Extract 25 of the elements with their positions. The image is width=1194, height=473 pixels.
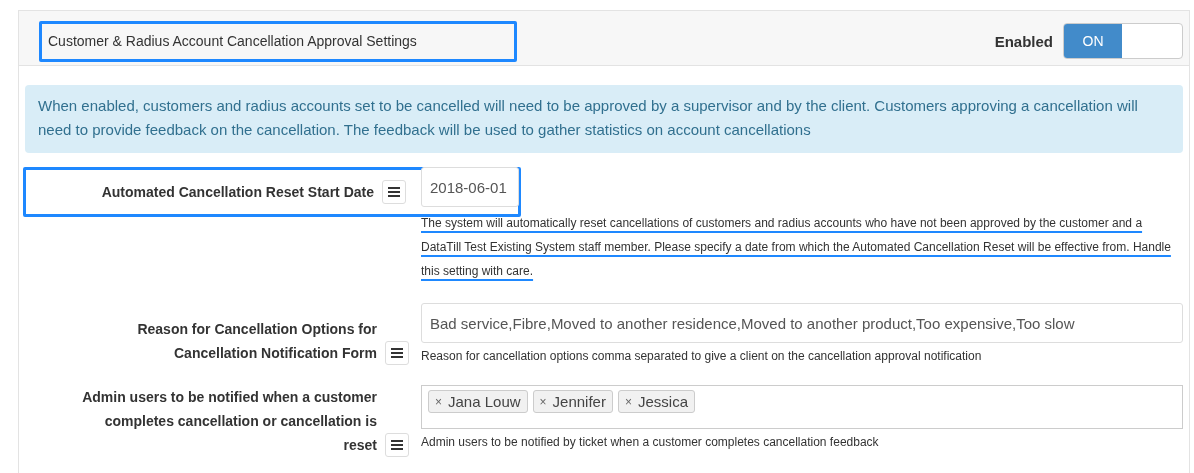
help-text: The system will automatically reset cancellations of customers and radius accounts who have not been approved by the customer and a DataTill Test Existing System staff member. Please specify a date from which the Automated Cancellation Reset will be effective from. Handle this setting with care. xyxy=(421,215,1172,280)
field-label: Reason for Cancellation Options for Cancellation Notification Form xyxy=(136,320,377,363)
enabled-toggle[interactable]: ON xyxy=(1063,23,1183,59)
menu-button[interactable] xyxy=(385,433,409,457)
menu-icon xyxy=(388,187,400,197)
options-field[interactable]: Bad service,Fibre,Moved to another residence,Moved to another product,Too expensive,Too slow xyxy=(421,303,1183,343)
remove-tag-button[interactable]: × xyxy=(435,394,442,409)
field-label: Admin users to be notified when a customer completes cancellation or cancellation is reset xyxy=(81,388,377,455)
user-tag: × Jana Louw xyxy=(428,390,528,413)
field-label: Automated Cancellation Reset Start Date xyxy=(101,183,374,202)
date-field[interactable]: 2018-06-01 xyxy=(421,167,519,207)
menu-button[interactable] xyxy=(385,341,409,365)
panel-title: Customer & Radius Account Cancellation Approval Settings xyxy=(39,20,517,62)
help-text: Admin users to be notified by ticket when a customer completes cancellation feedback xyxy=(421,434,880,451)
user-tag: × Jennifer xyxy=(532,390,613,413)
help-text: Reason for cancellation options comma separated to give a client on the cancellation approval notification xyxy=(421,348,983,365)
user-tag: × Jessica xyxy=(617,390,695,413)
tag-input-field[interactable]: × Jana Louw × Jennifer × Jessica xyxy=(421,385,1183,429)
toggle-label: Enabled xyxy=(994,32,1053,50)
remove-tag-button[interactable]: × xyxy=(539,394,547,409)
info-alert: When enabled, customers and radius accounts set to be cancelled will need to be approved by a supervisor and by the client. Customers approving a cancellation will need to provide feedback on the cancellation. The feedback will be used to gather statistics on account cancellations xyxy=(25,85,1183,153)
menu-icon xyxy=(391,348,403,358)
menu-icon xyxy=(391,440,403,450)
menu-button[interactable] xyxy=(382,180,406,204)
remove-tag-button[interactable]: × xyxy=(624,394,632,409)
